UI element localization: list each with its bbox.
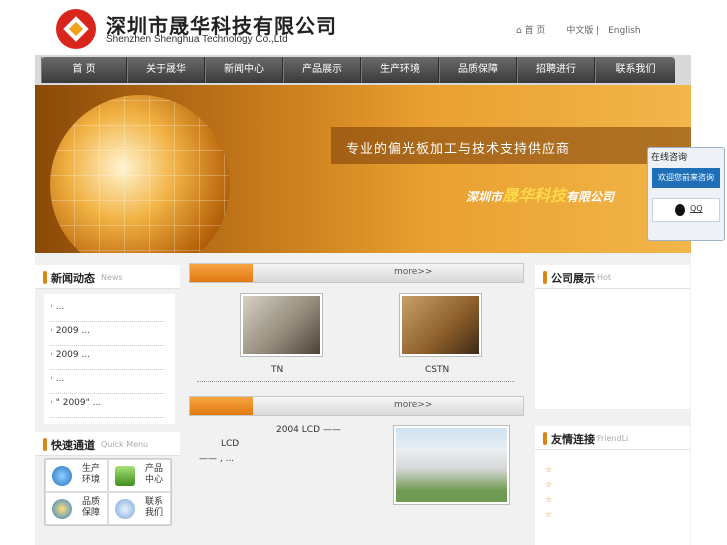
banner-company: 深圳市晟华科技有限公司 <box>466 182 614 206</box>
search-icon <box>115 499 135 519</box>
friend-link[interactable]: ☆ <box>545 510 552 519</box>
product-image <box>402 296 479 354</box>
section-bar-icon <box>43 438 47 451</box>
quick-quality-label: 品质 保障 <box>82 497 101 518</box>
nav-home[interactable]: 首 页 <box>41 57 127 83</box>
news-item[interactable]: · 2009 ... <box>50 346 165 370</box>
company-logo-icon[interactable] <box>56 9 96 49</box>
banner-clip <box>35 85 691 253</box>
company-highlight: 晟华科技 <box>502 186 567 205</box>
nav-about[interactable]: 关于晟华 <box>127 57 205 83</box>
nav-products[interactable]: 产品展示 <box>283 57 361 83</box>
friend-link[interactable]: ☆ <box>545 465 552 474</box>
globe-image <box>50 95 230 253</box>
chat-welcome-button[interactable]: 欢迎您前来咨询 <box>652 168 720 188</box>
quick-production-label: 生产 环境 <box>82 464 101 485</box>
quick-quality[interactable]: 品质 保障 <box>45 492 108 525</box>
quick-contact-label: 联系 我们 <box>145 497 164 518</box>
hot-content <box>535 289 690 409</box>
nav-jobs[interactable]: 招聘进行 <box>517 57 595 83</box>
products-tab <box>190 264 253 282</box>
news-item[interactable]: · " 2009" ... <box>50 394 165 418</box>
company-prefix: 深圳市 <box>466 190 503 204</box>
qq-penguin-icon <box>675 204 685 216</box>
about-tab <box>190 397 253 415</box>
quality-icon <box>52 499 72 519</box>
company-building-image[interactable] <box>393 425 510 505</box>
quick-header: 快速通道 Quick Menu <box>35 432 180 456</box>
nav-contact[interactable]: 联系我们 <box>595 57 675 83</box>
friend-link[interactable]: ☆ <box>545 495 552 504</box>
building-image <box>396 428 507 502</box>
about-line-2: LCD <box>221 439 240 449</box>
news-subtitle: News <box>101 273 123 282</box>
news-item[interactable]: · ... <box>50 298 165 322</box>
nav-quality[interactable]: 品质保障 <box>439 57 517 83</box>
products-more-link[interactable]: more>> <box>394 267 432 277</box>
section-bar-icon <box>543 271 547 284</box>
home-link[interactable]: ⌂ 首 页 <box>516 26 545 36</box>
about-more-bar: more>> <box>189 396 524 416</box>
banner-slogan: 专业的偏光板加工与技术支持供应商 <box>346 142 571 157</box>
about-line-3: —— , ... <box>199 454 235 464</box>
quick-products-label: 产品 中心 <box>145 464 164 485</box>
product-thumb-cstn[interactable] <box>399 293 482 357</box>
hot-header: 公司展示 Hot <box>535 265 690 289</box>
friend-header: 友情连接 FriendLi <box>535 426 690 450</box>
hot-title: 公司展示 <box>551 272 595 285</box>
quick-contact[interactable]: 联系 我们 <box>108 492 171 525</box>
quick-title: 快速通道 <box>51 439 95 452</box>
nav-news[interactable]: 新闻中心 <box>205 57 283 83</box>
about-line-1: 2004 LCD —— <box>276 425 341 435</box>
hot-subtitle: Hot <box>597 273 612 282</box>
section-bar-icon <box>43 271 47 284</box>
top-links: ⌂ 首 页 中文版 | English <box>516 23 647 36</box>
product-caption-tn[interactable]: TN <box>271 365 283 375</box>
news-item[interactable]: · 2009 ... <box>50 322 165 346</box>
company-suffix: 有限公司 <box>566 190 615 204</box>
news-title: 新闻动态 <box>51 272 95 285</box>
product-caption-cstn[interactable]: CSTN <box>425 365 449 375</box>
quick-products[interactable]: 产品 中心 <box>108 459 171 492</box>
production-icon <box>52 466 72 486</box>
qq-link[interactable]: QQ <box>690 204 703 213</box>
friend-content <box>535 450 690 545</box>
nav-production[interactable]: 生产环境 <box>361 57 439 83</box>
english-link[interactable]: English <box>608 26 641 36</box>
logo-english-name: Shenzhen Shenghua Technology Co.,Ltd <box>106 34 288 45</box>
divider <box>197 381 515 382</box>
quick-production[interactable]: 生产 环境 <box>45 459 108 492</box>
news-header: 新闻动态 News <box>35 265 180 289</box>
chinese-version-link[interactable]: 中文版 | <box>566 26 599 36</box>
quick-menu: 生产 环境 产品 中心 品质 保障 联系 我们 <box>44 458 172 526</box>
friend-link[interactable]: ☆ <box>545 480 552 489</box>
about-more-link[interactable]: more>> <box>394 400 432 410</box>
chat-title: 在线咨询 <box>651 153 688 163</box>
qq-contact[interactable]: QQ <box>652 198 720 222</box>
news-list: · ... · 2009 ... · 2009 ... · ... · " 20… <box>44 294 175 424</box>
news-item[interactable]: · ... <box>50 370 165 394</box>
products-icon <box>115 466 135 486</box>
friend-title: 友情连接 <box>551 433 595 446</box>
product-thumb-tn[interactable] <box>240 293 323 357</box>
quick-subtitle: Quick Menu <box>101 440 149 449</box>
section-bar-icon <box>543 432 547 445</box>
products-more-bar: more>> <box>189 263 524 283</box>
product-image <box>243 296 320 354</box>
online-chat-widget: 在线咨询 欢迎您前来咨询 QQ <box>647 147 725 241</box>
main-nav: 首 页 关于晟华 新闻中心 产品展示 生产环境 品质保障 招聘进行 联系我们 <box>41 57 675 83</box>
friend-subtitle: FriendLi <box>597 434 629 443</box>
